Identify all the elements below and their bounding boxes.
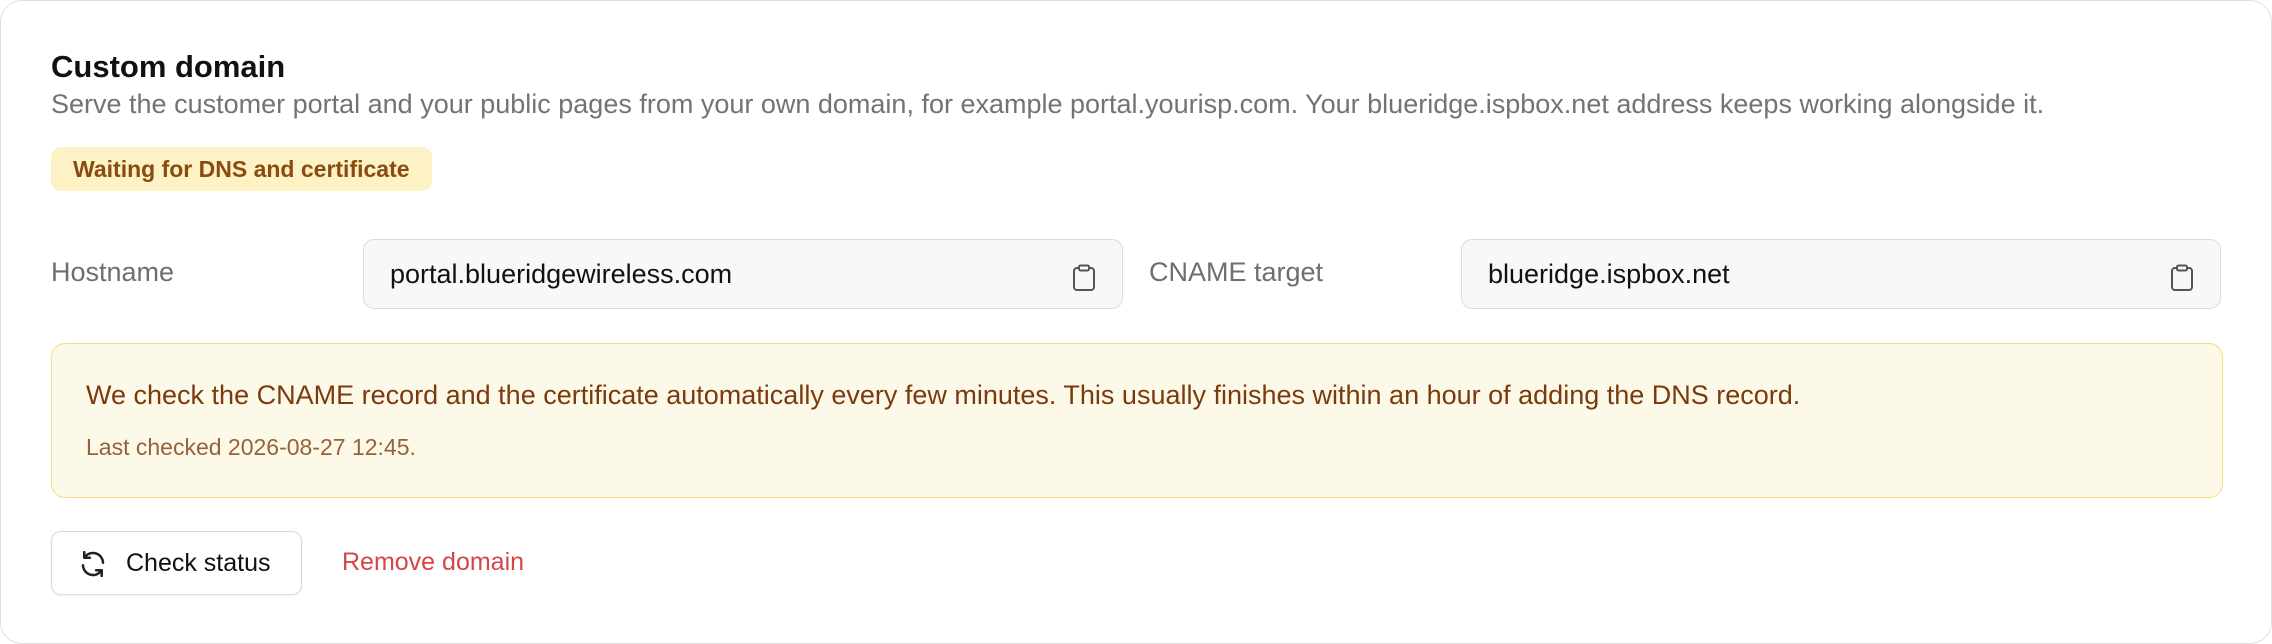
hostname-field: portal.blueridgewireless.com [363, 239, 1123, 309]
section-title: Custom domain [51, 49, 286, 84]
hostname-value: portal.blueridgewireless.com [390, 259, 733, 289]
dns-notice: We check the CNAME record and the certif… [51, 343, 2223, 498]
refresh-icon [81, 550, 105, 578]
cname-field: blueridge.ispbox.net [1461, 239, 2221, 309]
hostname-label: Hostname [51, 257, 175, 287]
check-status-button[interactable]: Check status [51, 531, 302, 595]
status-badge: Waiting for DNS and certificate [51, 147, 432, 191]
last-checked: Last checked 2026-08-27 12:45. [86, 434, 416, 460]
check-status-label: Check status [126, 549, 271, 577]
section-description: Serve the customer portal and your publi… [51, 89, 2045, 119]
custom-domain-card: Custom domain Serve the customer portal … [0, 0, 2272, 644]
cname-value: blueridge.ispbox.net [1488, 259, 1730, 289]
remove-domain-link[interactable]: Remove domain [342, 548, 524, 577]
notice-message: We check the CNAME record and the certif… [86, 380, 1801, 410]
clipboard-icon[interactable] [1072, 264, 1096, 292]
cname-label: CNAME target [1149, 257, 1324, 287]
clipboard-icon[interactable] [2170, 264, 2194, 292]
